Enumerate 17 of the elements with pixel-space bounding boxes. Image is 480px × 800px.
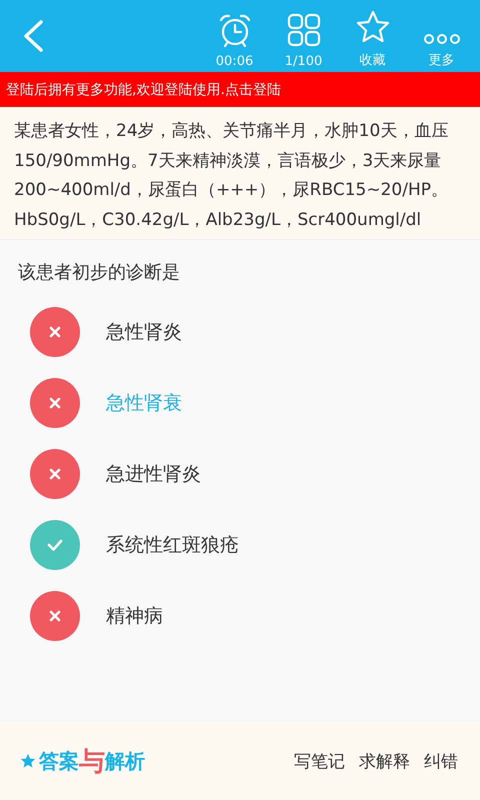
footer-link[interactable]: 求解释 <box>359 750 410 772</box>
back-button[interactable] <box>22 19 44 53</box>
footer-link[interactable]: 纠错 <box>424 750 458 772</box>
back-icon <box>22 19 44 53</box>
question-text: 该患者初步的诊断是 <box>18 261 181 284</box>
star-icon <box>354 9 390 45</box>
more-icon <box>422 33 460 45</box>
answer-option[interactable]: 急进性肾炎 <box>30 438 201 509</box>
footer-link[interactable]: 写笔记 <box>294 750 345 772</box>
answer-option[interactable]: 系统性红斑狼疮 <box>30 509 239 580</box>
answer-option[interactable]: 精神病 <box>30 580 163 651</box>
answer-analysis-title: 答案与解析 <box>20 744 145 778</box>
question-passage: 某患者女性，24岁，高热、关节痛半月，水肿10天，血压150/90mmHg。7天来精神淡漠，言语极少，3天来尿量200~400ml/d，尿蛋白（+++），尿RBC15~20/HP。HbS0g/L，C30.42g/L，Alb23g/L，Scr400umgl/dl <box>14 120 450 232</box>
grid-icon <box>286 12 322 48</box>
star-icon <box>20 753 36 769</box>
answer-option[interactable]: 急性肾炎 <box>30 296 182 367</box>
login-banner[interactable]: 登陆后拥有更多功能,欢迎登陆使用.点击登陆 <box>0 72 480 107</box>
